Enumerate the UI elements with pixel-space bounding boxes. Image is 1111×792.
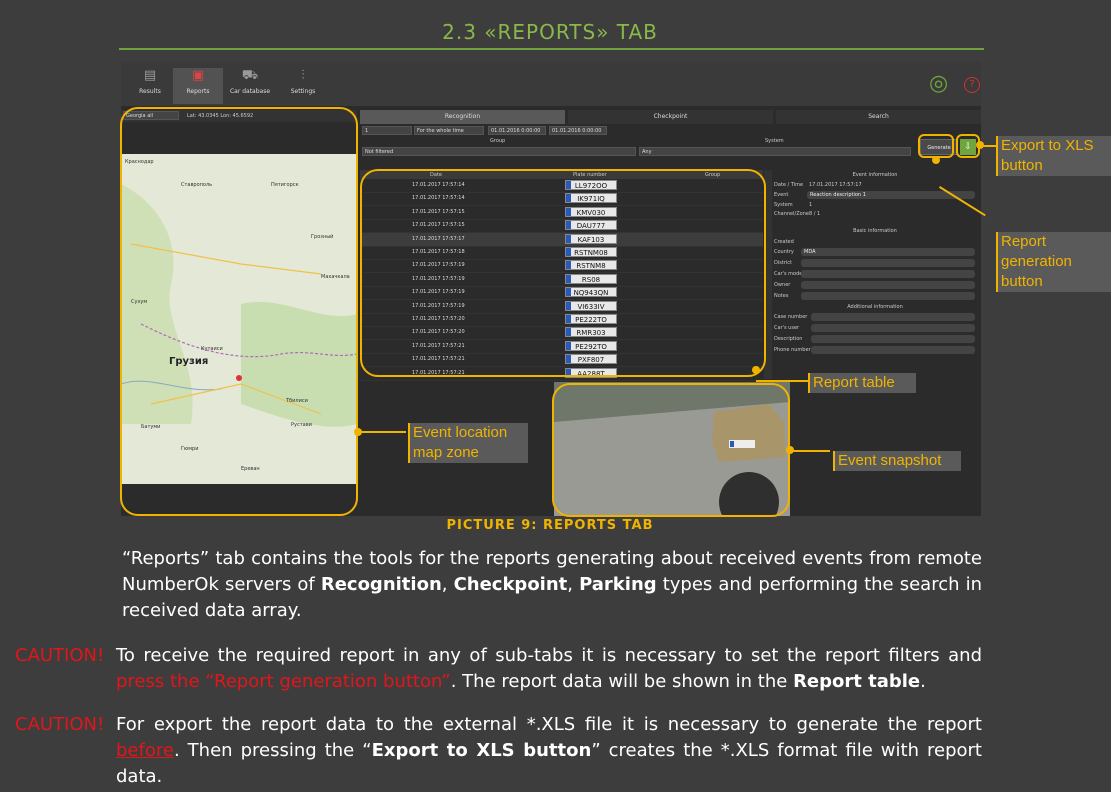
- toolbar-settings[interactable]: ⫶ Settings: [278, 68, 328, 104]
- field-label: Case number: [774, 314, 808, 320]
- owner-field[interactable]: [801, 281, 975, 289]
- camera-select[interactable]: 1: [362, 126, 412, 135]
- datetime-label: Date / Time: [774, 182, 804, 188]
- report-table-highlight: [360, 169, 766, 377]
- district-field[interactable]: [801, 259, 975, 267]
- help-icon[interactable]: ?: [964, 77, 980, 93]
- event-info-panel: Event information Date / Time 17.01.2017…: [771, 168, 979, 378]
- results-icon: ▤: [143, 68, 157, 83]
- group-select[interactable]: Not filtered: [362, 147, 636, 156]
- section-heading: 2.3 «REPORTS» TAB: [442, 20, 658, 44]
- car-user-field[interactable]: [811, 324, 975, 332]
- field-label: District: [774, 260, 792, 266]
- phone-number-field[interactable]: [811, 346, 975, 354]
- toolbar-reports[interactable]: ▣ Reports: [173, 68, 223, 104]
- car-model-field[interactable]: [801, 270, 975, 278]
- report-table-callout: Report table: [808, 373, 916, 393]
- field-label: Phone number: [774, 347, 811, 353]
- toolbar-results[interactable]: ▤ Results: [125, 68, 175, 104]
- app-toolbar: ▤ Results ▣ Reports ⛟ Car database ⫶ Set…: [121, 62, 981, 106]
- generate-callout-dot: [932, 156, 940, 164]
- heading-rule: [119, 48, 984, 50]
- field-label: Description: [774, 336, 803, 342]
- basic-info-title: Basic information: [853, 228, 897, 234]
- additional-info-title: Additional information: [847, 304, 903, 310]
- snapshot-callout: Event snapshot: [833, 451, 961, 471]
- intro-paragraph: “Reports” tab contains the tools for the…: [122, 548, 982, 621]
- period-select[interactable]: For the whole time: [414, 126, 484, 135]
- field-label: Country: [774, 249, 794, 255]
- field-label: Car's user: [774, 325, 800, 331]
- system-label: System: [765, 138, 784, 144]
- notes-field[interactable]: [801, 292, 975, 300]
- figure-caption: PICTURE 9: REPORTS TAB: [446, 518, 654, 533]
- date-from-input[interactable]: 01.01.2016 0:00:00: [488, 126, 546, 135]
- xls-callout-line: [980, 145, 996, 147]
- caution-paragraph-1: To receive the required report in any of…: [116, 645, 982, 692]
- tab-checkpoint[interactable]: Checkpoint: [568, 110, 773, 124]
- report-filters: 1 For the whole time 01.01.2016 0:00:00 …: [360, 126, 981, 160]
- table-callout-line: [756, 380, 808, 382]
- report-generation-callout: Report generation button: [996, 232, 1111, 292]
- export-xls-callout: Export to XLS button: [996, 136, 1111, 176]
- car-icon: ⛟: [241, 68, 259, 83]
- datetime-value: 17.01.2017 17:57:17: [809, 182, 862, 188]
- tab-search[interactable]: Search: [776, 110, 981, 124]
- system-value: 1: [809, 202, 813, 208]
- map-zone-highlight: [120, 107, 358, 516]
- map-zone-callout: Event location map zone: [408, 423, 528, 463]
- reports-icon: ▣: [191, 68, 205, 83]
- snapshot-highlight: [552, 383, 790, 517]
- field-label: Created: [774, 239, 794, 245]
- channel-value: 8 / 1: [809, 211, 821, 217]
- description-field[interactable]: [811, 335, 975, 343]
- system-label: System: [774, 202, 793, 208]
- field-label: Owner: [774, 282, 791, 288]
- toolbar-car-database[interactable]: ⛟ Car database: [225, 68, 275, 104]
- system-select[interactable]: Any: [639, 147, 911, 156]
- snapshot-callout-line: [790, 450, 830, 452]
- tab-recognition[interactable]: Recognition: [360, 110, 565, 124]
- field-label: Car's model: [774, 271, 804, 277]
- event-label: Event: [774, 192, 789, 198]
- report-tabs: Recognition Checkpoint Search: [360, 110, 981, 124]
- country-field[interactable]: MDA: [801, 248, 975, 256]
- table-callout-dot: [752, 366, 760, 374]
- fingerprint-icon: ◎: [929, 71, 949, 96]
- group-label: Group: [490, 138, 506, 144]
- caution-paragraph-2: For export the report data to the extern…: [116, 714, 982, 787]
- date-to-input[interactable]: 01.01.2016 0:00:00: [549, 126, 607, 135]
- generate-highlight: [918, 134, 954, 158]
- map-callout-line: [358, 431, 406, 433]
- case-number-field[interactable]: [811, 313, 975, 321]
- field-label: Notes: [774, 293, 789, 299]
- channel-label: Channel/Zone: [774, 211, 809, 217]
- caution-label: CAUTION!: [15, 645, 105, 666]
- caution-label: CAUTION!: [15, 714, 105, 735]
- event-info-title: Event information: [852, 172, 898, 178]
- sliders-icon: ⫶: [301, 68, 305, 83]
